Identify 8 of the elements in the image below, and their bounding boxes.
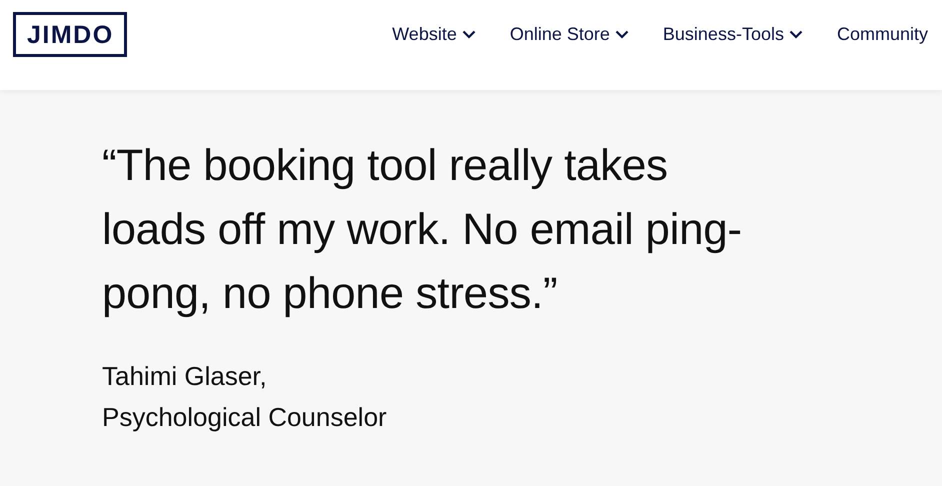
nav-link[interactable]: Online Store (510, 24, 629, 44)
nav-link[interactable]: Website (392, 24, 476, 44)
logo[interactable]: JIMDO (13, 12, 127, 56)
nav-link[interactable]: Business-Tools (662, 24, 803, 44)
nav-link[interactable]: Community (836, 24, 928, 44)
author-role: Psychological Counselor (102, 401, 387, 434)
author-name: Tahimi Glaser, (102, 360, 267, 393)
testimonial-quote: “The booking tool really takes loads off my work. No email ping-pong, no phone stress.” (102, 140, 743, 320)
